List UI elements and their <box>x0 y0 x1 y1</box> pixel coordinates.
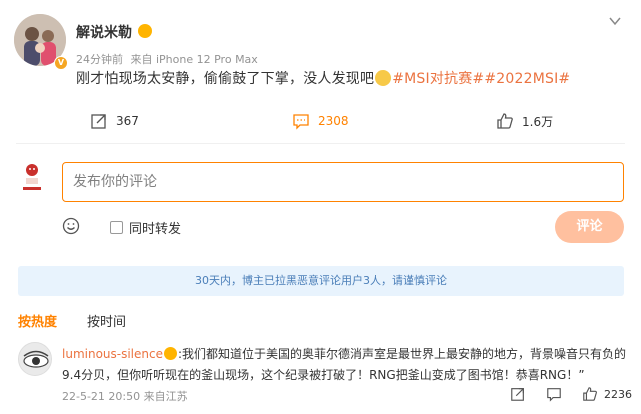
comment-actions: 2236 <box>510 386 632 402</box>
emoji-picker-icon[interactable] <box>62 217 80 235</box>
verified-badge-icon: V <box>54 56 68 70</box>
topic-link-2022msi[interactable]: #2022MSI# <box>484 71 570 87</box>
post-time[interactable]: 24分钟前 <box>76 53 123 66</box>
like-button[interactable]: 1.6万 <box>496 112 553 130</box>
comment-meta: 22-5-21 20:50 来自江苏 <box>62 388 188 404</box>
forward-checkbox[interactable] <box>110 221 123 234</box>
comment-button[interactable]: 2308 <box>292 112 349 130</box>
comment-input[interactable] <box>63 163 623 201</box>
commenter-badge-icon <box>164 347 177 360</box>
comment-repost-icon[interactable] <box>510 386 526 402</box>
thumbs-up-icon <box>497 113 513 129</box>
divider <box>16 143 625 144</box>
cat-emoji-icon <box>375 70 392 86</box>
post-source: 来自 iPhone 12 Pro Max <box>130 53 258 66</box>
comment-sort-tabs: 按热度 按时间 <box>18 311 156 330</box>
submit-comment-button[interactable]: 评论 <box>555 211 624 243</box>
sort-tab-time[interactable]: 按时间 <box>87 311 126 330</box>
post-text-body: 刚才怕现场太安静，偷偷鼓了下掌，没人发现吧 <box>76 71 375 87</box>
topic-link-msi[interactable]: #MSI对抗赛# <box>392 71 484 87</box>
commenter-avatar[interactable] <box>18 342 52 376</box>
comment-body: luminous-silence:我们都知道位于美国的奥菲尔德消声室是最世界上最… <box>62 344 628 386</box>
forward-label: 同时转发 <box>129 222 182 237</box>
post-meta: 24分钟前 来自 iPhone 12 Pro Max <box>76 51 262 67</box>
comment-like-icon[interactable] <box>582 386 598 402</box>
repost-button[interactable]: 367 <box>90 112 139 130</box>
commenter-name[interactable]: luminous-silence <box>62 347 163 361</box>
current-user-avatar[interactable] <box>20 162 44 192</box>
sort-tab-hot[interactable]: 按热度 <box>18 311 57 330</box>
comment-location: 来自江苏 <box>143 390 188 403</box>
comment-time: 22-5-21 20:50 <box>62 390 141 403</box>
post-text: 刚才怕现场太安静，偷偷鼓了下掌，没人发现吧 #MSI对抗赛##2022MSI# <box>76 68 570 88</box>
repost-count: 367 <box>116 114 139 128</box>
author-name[interactable]: 解说米勒 <box>76 22 132 42</box>
comment-input-box[interactable] <box>62 162 624 202</box>
member-badge-icon <box>138 24 152 38</box>
like-count: 1.6万 <box>522 114 554 129</box>
comment-count: 2308 <box>318 114 349 128</box>
repost-icon <box>91 114 106 129</box>
comment-reply-icon[interactable] <box>546 386 562 402</box>
comment-icon <box>293 114 309 130</box>
forward-checkbox-group[interactable]: 同时转发 <box>110 218 181 237</box>
post-actions: 367 2308 1.6万 <box>0 108 641 136</box>
comment-notice: 30天内，博主已拉黑恶意评论用户3人，请谨慎评论 <box>18 266 624 296</box>
post-header: V 解说米勒 24分钟前 来自 iPhone 12 Pro Max <box>14 14 634 70</box>
comment-like-count: 2236 <box>604 387 632 401</box>
chevron-down-icon[interactable] <box>608 14 622 28</box>
